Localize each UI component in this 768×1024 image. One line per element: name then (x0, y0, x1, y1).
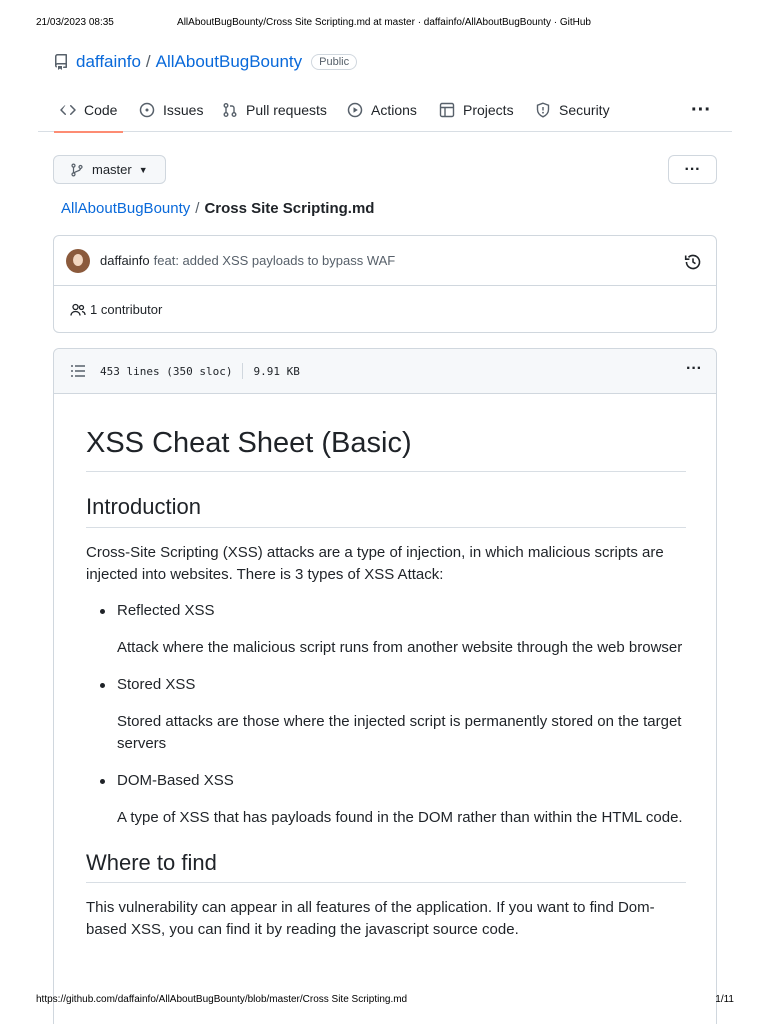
tab-actions-label: Actions (371, 102, 417, 118)
print-page-number: 1/11 (715, 994, 734, 1005)
repo-name-link[interactable]: AllAboutBugBounty (156, 52, 303, 72)
list-unordered-icon[interactable] (70, 363, 86, 379)
play-icon (347, 102, 363, 118)
intro-paragraph: Cross-Site Scripting (XSS) attacks are a… (86, 543, 664, 583)
shield-icon (536, 102, 550, 118)
tab-security-label: Security (559, 102, 610, 118)
history-icon[interactable] (684, 253, 702, 271)
breadcrumb-file: Cross Site Scripting.md (204, 200, 375, 217)
where-paragraph: This vulnerability can appear in all fea… (86, 899, 655, 939)
tab-pull-requests-label: Pull requests (246, 102, 327, 118)
tab-issues[interactable]: Issues (139, 88, 203, 132)
tab-security[interactable]: Security (535, 88, 610, 132)
meta-divider (242, 363, 244, 379)
branch-selector[interactable]: master ▼ (53, 155, 166, 184)
print-title: AllAboutBugBounty/Cross Site Scripting.m… (177, 17, 591, 28)
list-item: Stored XSS Stored attacks are those wher… (100, 674, 686, 755)
repo-owner-link[interactable]: daffainfo (76, 52, 141, 72)
git-pull-request-icon (223, 103, 237, 117)
repo-header: daffainfo / AllAboutBugBounty Public (53, 52, 358, 72)
contributors-row[interactable]: 1 contributor (54, 286, 716, 333)
breadcrumb-separator: / (195, 200, 200, 217)
tab-projects-label: Projects (463, 102, 514, 118)
xss-type-name: Reflected XSS (117, 601, 215, 619)
people-icon (70, 303, 86, 316)
file-viewer: 453 lines (350 sloc) 9.91 KB ··· XSS Che… (53, 348, 717, 1024)
commit-author[interactable]: daffainfo (100, 253, 150, 268)
xss-type-desc: A type of XSS that has payloads found in… (117, 808, 683, 826)
issue-opened-icon (139, 102, 155, 118)
tabs-more-button[interactable]: ··· (691, 88, 711, 132)
xss-type-name: DOM-Based XSS (117, 771, 234, 789)
commit-message[interactable]: feat: added XSS payloads to bypass WAF (154, 253, 396, 268)
xss-type-desc: Attack where the malicious script runs f… (117, 638, 683, 656)
visibility-badge: Public (311, 54, 358, 70)
tab-actions[interactable]: Actions (347, 88, 417, 132)
branch-name: master (92, 162, 132, 177)
page-title: XSS Cheat Sheet (Basic) (86, 425, 686, 473)
tab-code-label: Code (84, 102, 118, 118)
repo-tabs: Code Issues Pull requests Actions Projec… (38, 88, 732, 133)
breadcrumb-repo-link[interactable]: AllAboutBugBounty (61, 200, 190, 217)
table-icon (439, 102, 455, 118)
tab-issues-label: Issues (163, 102, 204, 118)
list-item: Reflected XSS Attack where the malicious… (100, 600, 686, 659)
file-lines: 453 lines (350 sloc) (100, 364, 233, 378)
chevron-down-icon: ▼ (138, 164, 148, 175)
commit-box: daffainfo feat: added XSS payloads to by… (53, 235, 717, 333)
breadcrumb: AllAboutBugBounty / Cross Site Scripting.m… (61, 200, 374, 217)
more-options-button[interactable]: ··· (668, 155, 717, 184)
contributor-label: contributor (100, 302, 163, 317)
list-item: DOM-Based XSS A type of XSS that has pay… (100, 770, 686, 829)
contributor-count: 1 (90, 302, 98, 317)
latest-commit: daffainfo feat: added XSS payloads to by… (54, 236, 716, 286)
print-url: https://github.com/daffainfo/AllAboutBug… (36, 994, 408, 1005)
xss-type-desc: Stored attacks are those where the injec… (117, 712, 682, 752)
bullet (100, 778, 105, 784)
tab-pull-requests[interactable]: Pull requests (222, 88, 327, 132)
avatar[interactable] (66, 248, 90, 273)
code-icon (60, 105, 76, 115)
xss-types-list: Reflected XSS Attack where the malicious… (86, 600, 686, 829)
bullet (100, 608, 105, 614)
intro-heading: Introduction (86, 493, 686, 528)
where-heading: Where to find (86, 849, 686, 884)
tab-projects[interactable]: Projects (439, 88, 514, 132)
repo-icon (54, 54, 67, 70)
git-branch-icon (71, 163, 83, 176)
tab-code[interactable]: Code (53, 88, 124, 133)
file-header: 453 lines (350 sloc) 9.91 KB ··· (54, 349, 716, 394)
bullet (100, 682, 105, 688)
xss-type-name: Stored XSS (117, 675, 196, 693)
file-more-button[interactable]: ··· (686, 360, 702, 378)
file-size: 9.91 KB (253, 364, 300, 378)
markdown-body: XSS Cheat Sheet (Basic) Introduction Cro… (86, 394, 686, 941)
repo-separator: / (145, 52, 151, 71)
